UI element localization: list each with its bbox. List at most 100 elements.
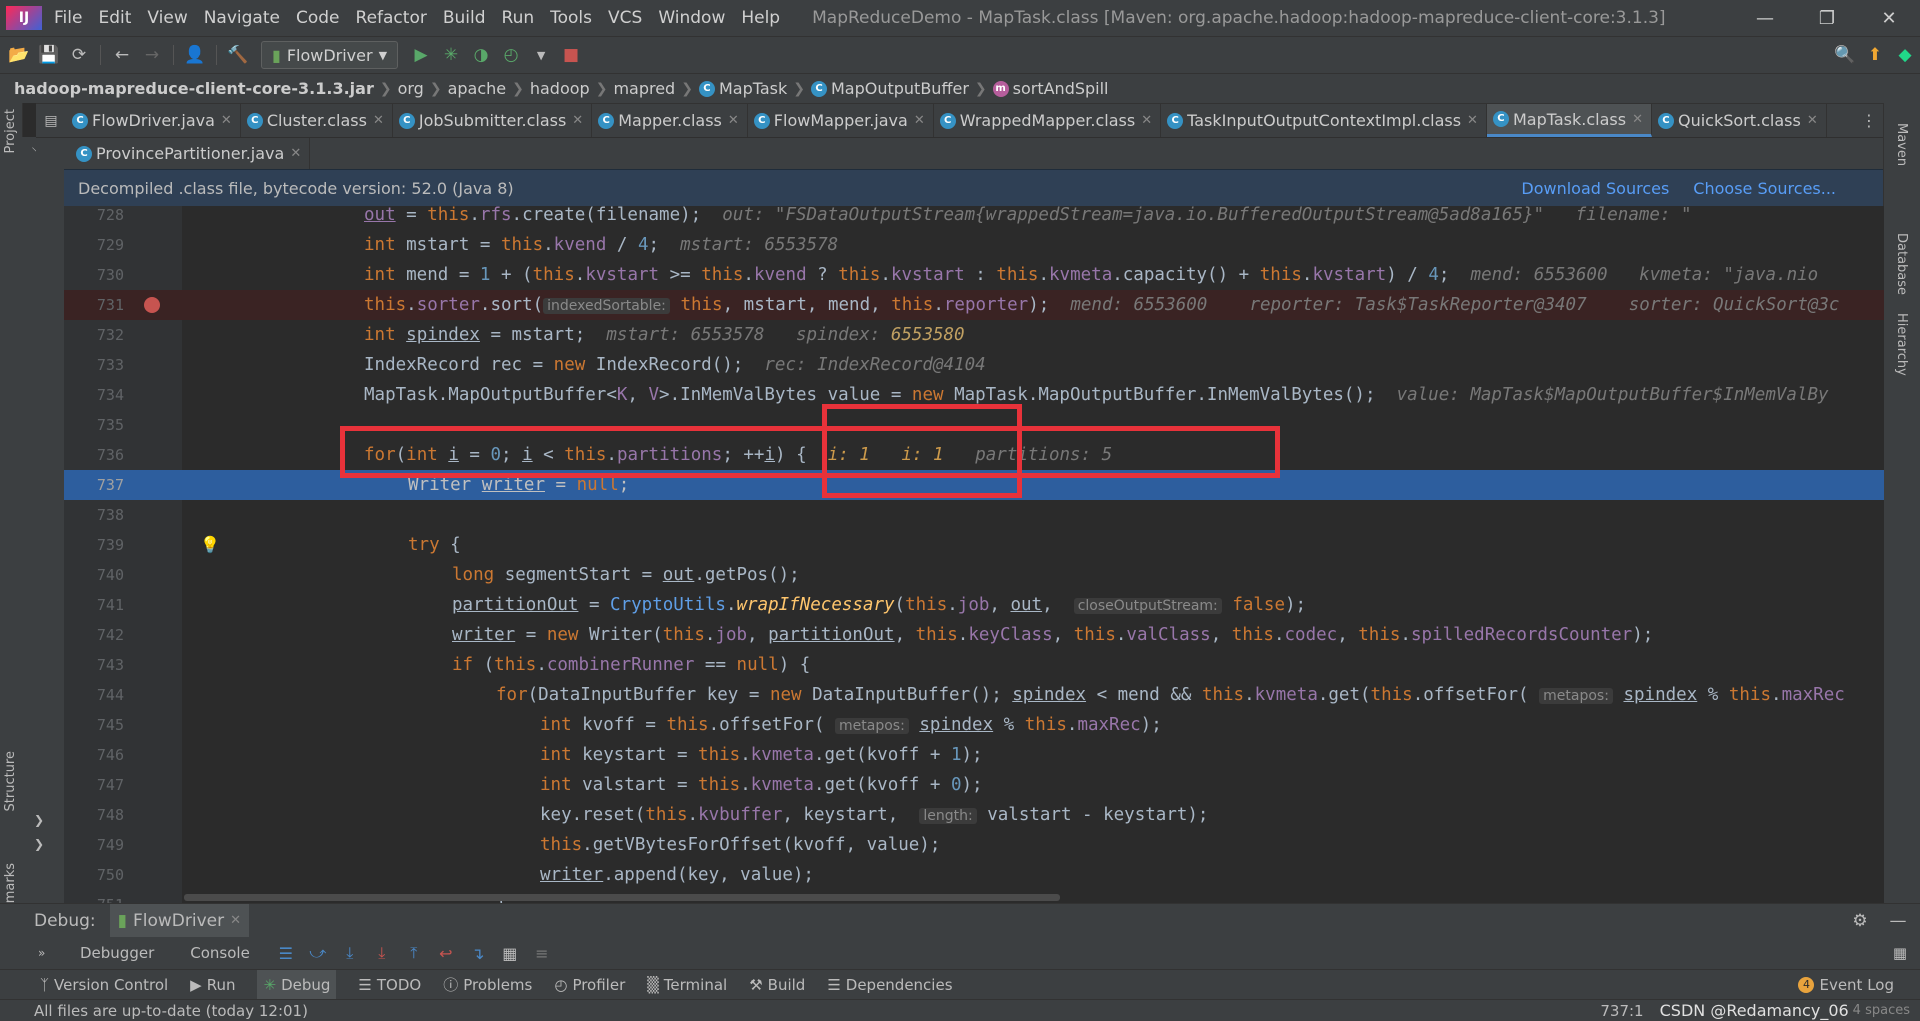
trace-icon[interactable]: ≡: [526, 944, 558, 963]
tab-flowdriver[interactable]: C FlowDriver.java ✕: [66, 104, 241, 137]
indent-setting[interactable]: 4 spaces: [1853, 1003, 1910, 1018]
close-icon[interactable]: ✕: [1632, 112, 1643, 127]
menu-window[interactable]: Window: [650, 8, 733, 28]
tool-tab-run[interactable]: ▶ Run: [190, 976, 235, 994]
breadcrumb-apache[interactable]: apache: [448, 79, 507, 98]
close-icon[interactable]: ✕: [290, 146, 301, 161]
debug-session-tab[interactable]: ▮ FlowDriver ✕: [109, 904, 250, 937]
close-icon[interactable]: ✕: [230, 913, 241, 928]
menu-edit[interactable]: Edit: [90, 8, 139, 28]
more-tabs-icon[interactable]: ⋮: [1854, 111, 1884, 130]
menu-run[interactable]: Run: [494, 8, 543, 28]
minimize-button[interactable]: —: [1734, 8, 1796, 29]
choose-sources-link[interactable]: Choose Sources...: [1693, 179, 1836, 198]
step-out-icon[interactable]: ⤒: [398, 943, 430, 963]
tab-console[interactable]: Console: [190, 944, 250, 962]
tab-quicksort[interactable]: C QuickSort.class ✕: [1652, 104, 1827, 137]
menu-lines-icon[interactable]: ☰: [270, 944, 302, 963]
event-log-button[interactable]: 4 Event Log: [1798, 976, 1894, 994]
breadcrumb-jar[interactable]: hadoop-mapreduce-client-core-3.1.3.jar: [14, 79, 374, 98]
download-sources-link[interactable]: Download Sources: [1521, 179, 1669, 198]
tool-tab-terminal[interactable]: ▒ Terminal: [647, 976, 727, 994]
close-icon[interactable]: ✕: [1141, 113, 1152, 128]
menu-build[interactable]: Build: [435, 8, 494, 28]
run-configuration-select[interactable]: ▮ FlowDriver ▼: [261, 41, 399, 69]
close-icon[interactable]: ✕: [728, 113, 739, 128]
menu-navigate[interactable]: Navigate: [196, 8, 288, 28]
search-icon[interactable]: 🔍: [1830, 45, 1860, 65]
tab-maptask[interactable]: C MapTask.class ✕: [1486, 104, 1652, 137]
tab-list-icon[interactable]: ▤: [36, 113, 66, 129]
layout-icon[interactable]: ▦: [1880, 944, 1920, 962]
menu-file[interactable]: File: [46, 8, 90, 28]
close-icon[interactable]: ✕: [1467, 113, 1478, 128]
tool-tab-version-control[interactable]: ᛉ Version Control: [40, 976, 168, 994]
open-folder-icon[interactable]: 📂: [4, 45, 34, 65]
database-tool-button[interactable]: Database: [1894, 233, 1909, 295]
project-tool-button[interactable]: Project: [3, 109, 18, 153]
close-icon[interactable]: ✕: [914, 113, 925, 128]
breadcrumb-org[interactable]: org: [398, 79, 424, 98]
tool-tab-build[interactable]: ⚒ Build: [749, 976, 805, 994]
menu-help[interactable]: Help: [733, 8, 788, 28]
step-over-icon[interactable]: ⤻: [302, 943, 334, 963]
force-step-into-icon[interactable]: ⤓: [366, 943, 398, 963]
tab-debugger[interactable]: Debugger: [80, 944, 154, 962]
hierarchy-tool-button[interactable]: Hierarchy: [1894, 313, 1909, 376]
breadcrumb-mapred[interactable]: mapred: [613, 79, 675, 98]
menu-refactor[interactable]: Refactor: [348, 8, 435, 28]
menu-vcs[interactable]: VCS: [600, 8, 650, 28]
chevron-right-icon[interactable]: ❯: [34, 837, 44, 851]
chevron-right-icon[interactable]: ❯: [34, 813, 44, 827]
tab-wrappedmapper[interactable]: C WrappedMapper.class ✕: [934, 104, 1162, 137]
tool-tab-debug[interactable]: ✳ Debug: [257, 970, 337, 999]
stop-icon[interactable]: ■: [556, 45, 586, 65]
menu-code[interactable]: Code: [288, 8, 348, 28]
maven-tool-button[interactable]: Maven: [1894, 123, 1909, 166]
breakpoint-icon[interactable]: [144, 297, 160, 313]
menu-view[interactable]: View: [139, 8, 195, 28]
structure-tool-button[interactable]: Structure: [3, 751, 18, 811]
tool-tab-todo[interactable]: ☰ TODO: [358, 976, 421, 994]
expand-icon[interactable]: »: [38, 946, 45, 960]
hide-panel-icon[interactable]: —: [1876, 911, 1920, 931]
close-icon[interactable]: ✕: [572, 113, 583, 128]
breadcrumb-mapoutputbuffer[interactable]: MapOutputBuffer: [831, 79, 969, 98]
coverage-icon[interactable]: ◑: [466, 45, 496, 65]
build-hammer-icon[interactable]: 🔨: [223, 45, 253, 65]
close-icon[interactable]: ✕: [1807, 113, 1818, 128]
tool-tab-problems[interactable]: ⓘ Problems: [443, 974, 532, 995]
profile-icon[interactable]: ◴: [496, 45, 526, 65]
tab-flowmapper[interactable]: C FlowMapper.java ✕: [748, 104, 934, 137]
tool-tab-profiler[interactable]: ◴ Profiler: [554, 976, 625, 994]
debug-bug-icon[interactable]: ✳: [436, 45, 466, 65]
tab-provincepartitioner[interactable]: C ProvincePartitioner.java ✕: [36, 138, 311, 169]
tab-mapper[interactable]: C Mapper.class ✕: [592, 104, 748, 137]
close-icon[interactable]: ✕: [221, 113, 232, 128]
run-to-cursor-icon[interactable]: ↴: [462, 944, 494, 963]
breadcrumb-maptask[interactable]: MapTask: [719, 79, 787, 98]
restore-button[interactable]: ❐: [1796, 8, 1858, 29]
run-icon[interactable]: ▶: [406, 45, 436, 65]
tab-cluster[interactable]: C Cluster.class ✕: [241, 104, 393, 137]
drop-frame-icon[interactable]: ↩: [430, 944, 462, 963]
more-run-chevron-icon[interactable]: ▼: [526, 49, 556, 62]
close-icon[interactable]: ✕: [373, 113, 384, 128]
caret-position[interactable]: 737:1: [1600, 1002, 1643, 1020]
horizontal-scrollbar[interactable]: [184, 894, 1060, 901]
gear-icon[interactable]: ⚙: [1844, 911, 1876, 931]
user-dropdown-icon[interactable]: 👤: [180, 45, 210, 65]
tab-jobsubmitter[interactable]: C JobSubmitter.class ✕: [393, 104, 593, 137]
back-arrow-icon[interactable]: ←: [107, 45, 137, 65]
breadcrumb-hadoop[interactable]: hadoop: [530, 79, 590, 98]
jetbrains-toolbox-icon[interactable]: ◆: [1890, 45, 1920, 65]
save-icon[interactable]: 💾: [34, 45, 64, 65]
update-icon[interactable]: ⬆: [1860, 45, 1890, 65]
code-editor[interactable]: 728 out = this.rfs.create(filename); out…: [64, 206, 1884, 903]
step-into-icon[interactable]: ⤓: [334, 943, 366, 963]
tab-taskinputoutputcontextimpl[interactable]: C TaskInputOutputContextImpl.class ✕: [1161, 104, 1487, 137]
sync-icon[interactable]: ⟳: [64, 45, 94, 65]
menu-tools[interactable]: Tools: [542, 8, 600, 28]
close-window-button[interactable]: ✕: [1858, 8, 1920, 29]
evaluate-expression-icon[interactable]: ▦: [494, 944, 526, 963]
